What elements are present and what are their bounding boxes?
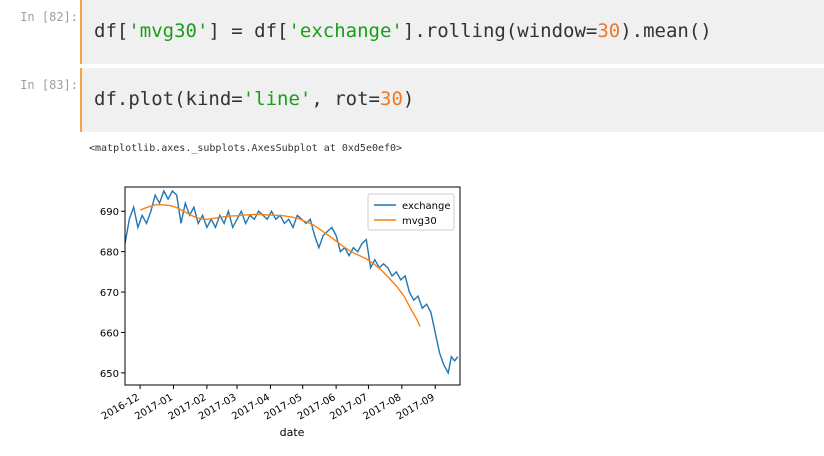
code-token: 'mvg30' [128, 20, 209, 42]
code-line[interactable]: df.plot(kind='line', rot=30) [94, 88, 414, 110]
code-token: 'line' [242, 88, 312, 110]
cell-prompt: In [83]: [20, 78, 78, 92]
code-cell-82[interactable]: In [82]: df['mvg30'] = df['exchange'].ro… [0, 0, 824, 64]
code-token: df[ [94, 20, 129, 42]
legend: exchange mvg30 [367, 193, 455, 231]
code-token: 30 [380, 88, 403, 110]
y-tick-label: 680 [100, 248, 119, 259]
y-tick-label: 690 [100, 207, 119, 218]
code-line[interactable]: df['mvg30'] = df['exchange'].rolling(win… [94, 20, 712, 42]
code-token: ).mean() [620, 20, 712, 42]
code-token: ] = df[ [208, 20, 289, 42]
x-tick-label: 2017-09 [395, 392, 437, 422]
code-token: df.plot(kind= [94, 88, 243, 110]
code-token: 'exchange' [288, 20, 403, 42]
cell-prompt: In [82]: [20, 10, 78, 24]
code-token: , rot= [311, 88, 380, 110]
legend-entry-label: exchange [402, 201, 451, 212]
code-cell-83[interactable]: In [83]: df.plot(kind='line', rot=30) [0, 68, 824, 132]
code-input-area[interactable]: df.plot(kind='line', rot=30) [80, 68, 824, 132]
code-token: 30 [597, 20, 621, 42]
legend-entry-label: mvg30 [402, 216, 437, 227]
line-chart: 6506606706806902016-122017-012017-022017… [100, 186, 461, 439]
code-token: ) [402, 88, 415, 110]
code-input-area[interactable]: df['mvg30'] = df['exchange'].rolling(win… [80, 0, 824, 64]
code-token: ].rolling(window= [402, 20, 598, 42]
x-axis-label: date [280, 426, 305, 439]
output-repr-text: <matplotlib.axes._subplots.AxesSubplot a… [89, 143, 403, 154]
y-tick-label: 670 [100, 288, 119, 299]
y-tick-label: 660 [100, 328, 119, 339]
y-tick-label: 650 [100, 369, 119, 380]
